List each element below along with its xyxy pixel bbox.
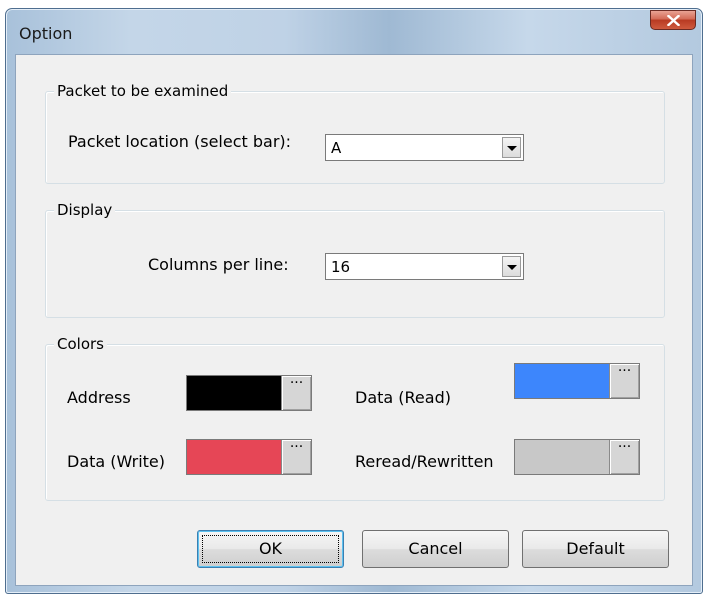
reread-rewritten-color-browse-button[interactable]: ··· [609, 440, 639, 474]
default-button-label: Default [566, 539, 625, 558]
colors-group-legend: Colors [54, 335, 107, 353]
columns-per-line-label: Columns per line: [148, 255, 289, 274]
focus-rectangle [202, 535, 339, 563]
window-title: Option [19, 24, 73, 43]
packet-location-label: Packet location (select bar): [68, 132, 292, 151]
close-button[interactable] [650, 10, 696, 30]
dialog-body: Packet to be examined Packet location (s… [15, 54, 693, 586]
columns-per-line-value: 16 [331, 258, 351, 276]
reread-rewritten-color-picker[interactable]: ··· [514, 439, 640, 475]
packet-group: Packet to be examined Packet location (s… [45, 82, 665, 184]
data-write-color-swatch[interactable] [187, 440, 282, 474]
close-icon [667, 15, 680, 26]
data-read-color-label: Data (Read) [355, 388, 451, 407]
cancel-button[interactable]: Cancel [362, 530, 509, 568]
data-read-color-browse-button[interactable]: ··· [609, 364, 639, 398]
columns-per-line-select[interactable]: 16 [325, 253, 524, 280]
packet-location-value: A [331, 139, 342, 157]
data-write-color-picker[interactable]: ··· [186, 439, 312, 475]
address-color-swatch[interactable] [187, 376, 282, 410]
data-read-color-picker[interactable]: ··· [514, 363, 640, 399]
address-color-picker[interactable]: ··· [186, 375, 312, 411]
packet-group-legend: Packet to be examined [54, 82, 232, 100]
title-bar[interactable]: Option [6, 9, 702, 54]
display-group-legend: Display [54, 201, 116, 219]
data-read-color-swatch[interactable] [515, 364, 610, 398]
data-write-color-label: Data (Write) [67, 452, 166, 471]
chevron-down-icon[interactable] [502, 137, 521, 158]
default-button[interactable]: Default [522, 530, 669, 568]
colors-group: Colors Address ··· Data (Read) ··· Data … [45, 335, 665, 501]
display-group: Display Columns per line: 16 [45, 201, 665, 318]
reread-rewritten-color-label: Reread/Rewritten [355, 452, 494, 471]
reread-rewritten-color-swatch[interactable] [515, 440, 610, 474]
address-color-label: Address [67, 388, 131, 407]
data-write-color-browse-button[interactable]: ··· [281, 440, 311, 474]
address-color-browse-button[interactable]: ··· [281, 376, 311, 410]
ok-button[interactable]: OK [197, 530, 344, 568]
cancel-button-label: Cancel [408, 539, 463, 558]
option-dialog: Option Packet to be examined Packet loca… [5, 8, 703, 594]
packet-location-select[interactable]: A [325, 134, 524, 161]
chevron-down-icon[interactable] [502, 256, 521, 277]
